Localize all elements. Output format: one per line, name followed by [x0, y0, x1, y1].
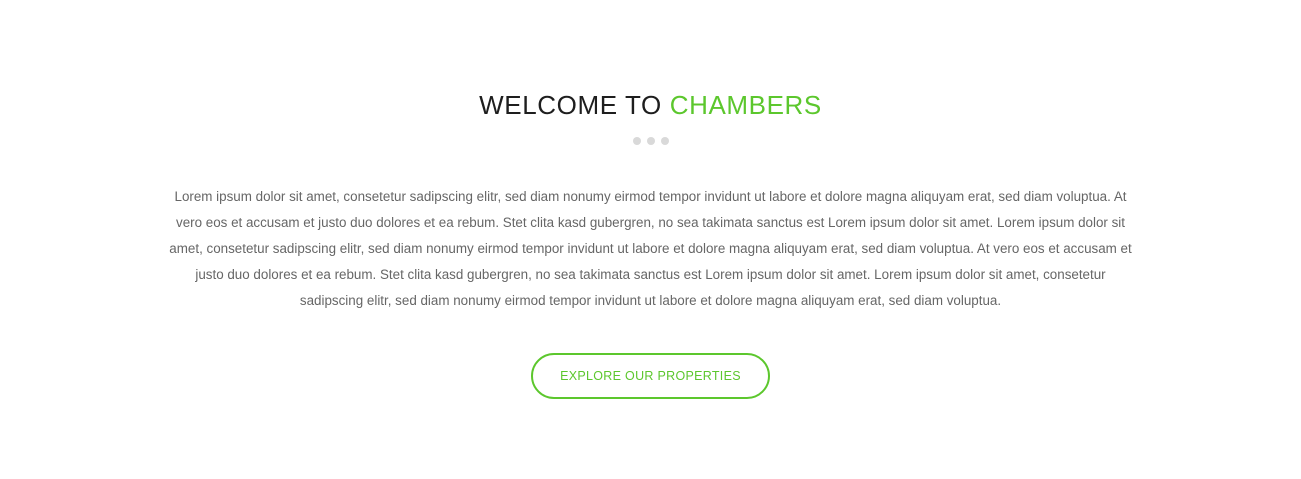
- explore-properties-button[interactable]: EXPLORE OUR PROPERTIES: [531, 353, 770, 399]
- welcome-body-text: Lorem ipsum dolor sit amet, consetetur s…: [169, 189, 1132, 308]
- welcome-heading: WELCOME TO CHAMBERS: [0, 88, 1301, 122]
- section-divider-dots: [0, 137, 1301, 145]
- divider-dot: [632, 137, 641, 145]
- welcome-section: WELCOME TO CHAMBERS Lorem ipsum dolor si…: [0, 0, 1301, 479]
- divider-dot: [660, 137, 669, 145]
- welcome-heading-prefix: WELCOME TO: [479, 90, 670, 120]
- welcome-heading-accent: CHAMBERS: [669, 90, 822, 120]
- divider-dot: [646, 137, 655, 145]
